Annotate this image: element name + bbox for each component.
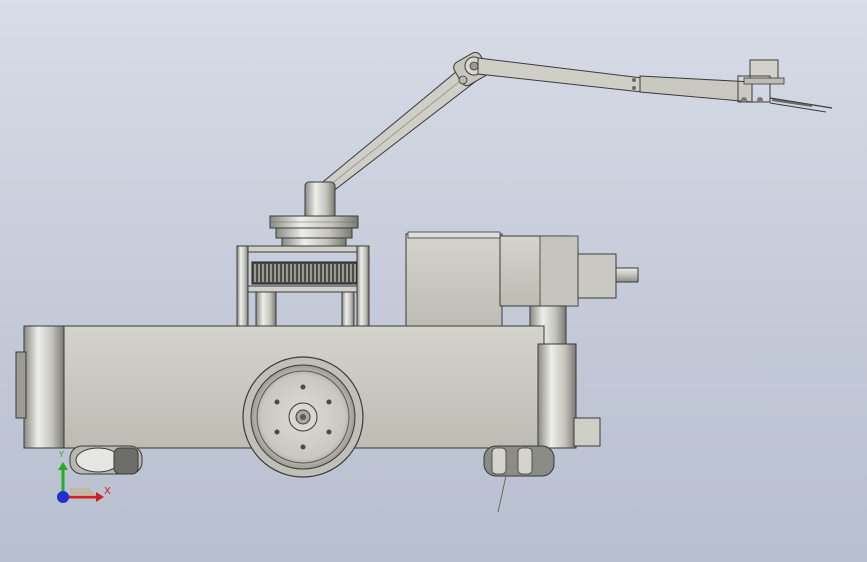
turret[interactable] [269, 215, 359, 251]
gear-tooth [322, 264, 324, 282]
gear-tooth [286, 264, 288, 282]
gear-tooth [254, 264, 256, 282]
gear-tooth [266, 264, 268, 282]
rear-caster-wheel[interactable] [69, 445, 143, 475]
gear-tooth [330, 264, 332, 282]
wheel-bolt [300, 444, 306, 450]
gear-frame[interactable] [236, 245, 370, 327]
front-bumper [573, 417, 601, 447]
gear-tooth [338, 264, 340, 282]
gear-tooth [258, 264, 260, 282]
gear-tooth [294, 264, 296, 282]
gear-tooth [350, 264, 352, 282]
gear-tooth [270, 264, 272, 282]
robot-arm[interactable] [304, 50, 833, 221]
gear-tooth [290, 264, 292, 282]
gear-tooth [314, 264, 316, 282]
motor-flange [577, 253, 617, 299]
gear-tooth [334, 264, 336, 282]
gear-tooth [354, 264, 356, 282]
gear-tooth [342, 264, 344, 282]
arm-forearm [639, 75, 753, 103]
x-axis-label: X [104, 486, 111, 497]
wheel-bolt [300, 384, 306, 390]
arm-upper-link [477, 57, 643, 93]
rear-cap [23, 325, 65, 449]
gear-tooth [326, 264, 328, 282]
front-column [537, 343, 577, 449]
gear-tooth [310, 264, 312, 282]
gear-tooth [318, 264, 320, 282]
motor-shaft [615, 267, 639, 283]
gear-tooth [298, 264, 300, 282]
gear-tooth [278, 264, 280, 282]
wheel-bolt [274, 399, 280, 405]
gear-tooth [274, 264, 276, 282]
y-axis-label: Y [59, 450, 64, 459]
gear-tooth [306, 264, 308, 282]
wheel-bolt [326, 429, 332, 435]
robot-model[interactable] [0, 0, 867, 562]
cad-viewport[interactable]: X Y [0, 0, 867, 562]
wheel-bolt [274, 429, 280, 435]
front-caster-wheel[interactable] [483, 445, 555, 513]
gear-tooth [282, 264, 284, 282]
wheel-bolt [326, 399, 332, 405]
rear-cabinet [405, 233, 503, 331]
gear-tooth [302, 264, 304, 282]
gear-tooth [262, 264, 264, 282]
rear-light [15, 351, 27, 419]
drive-wheel[interactable] [242, 356, 364, 478]
shoulder-post [304, 181, 336, 221]
gear-tooth [346, 264, 348, 282]
arm-lower-link [317, 61, 481, 193]
